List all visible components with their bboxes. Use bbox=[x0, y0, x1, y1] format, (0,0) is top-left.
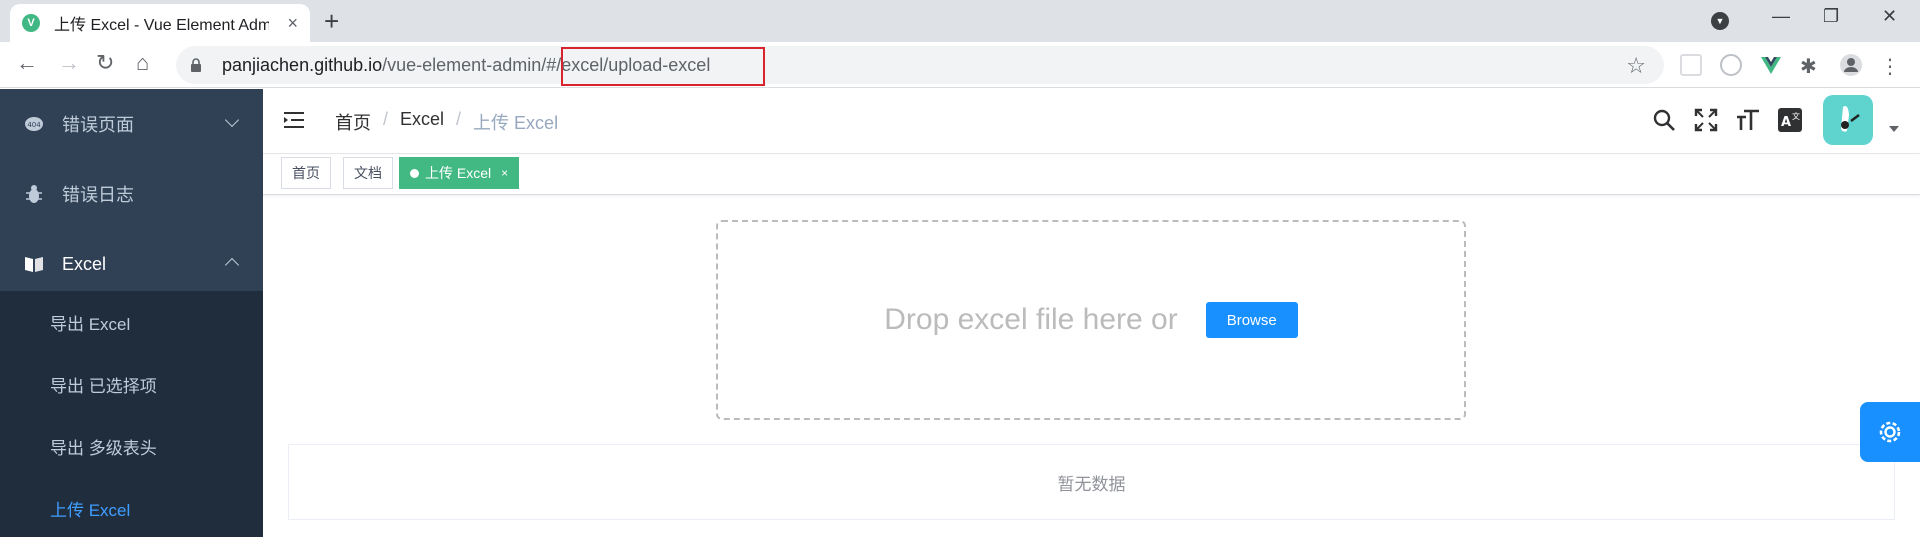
drop-hint-text: Drop excel file here or bbox=[884, 303, 1178, 336]
breadcrumb-home[interactable]: 首页 bbox=[335, 109, 371, 135]
home-icon[interactable]: ⌂ bbox=[136, 50, 149, 76]
forward-icon[interactable]: → bbox=[58, 50, 80, 76]
tags-view: 首页 文档 上传 Excel × bbox=[263, 155, 1920, 195]
fullscreen-icon[interactable] bbox=[1693, 107, 1719, 133]
avatar-dropdown-caret-icon[interactable] bbox=[1889, 126, 1899, 132]
svg-text:404: 404 bbox=[27, 121, 41, 129]
avatar-image-icon bbox=[1841, 106, 1860, 132]
browser-toolbar: ← → ↻ ⌂ panjiachen.github.io/vue-element… bbox=[0, 42, 1920, 88]
submenu-item-export-excel[interactable]: 导出 Excel bbox=[0, 291, 263, 353]
table-empty-text: 暂无数据 bbox=[1057, 474, 1126, 494]
404-icon: 404 bbox=[24, 114, 44, 134]
search-icon[interactable] bbox=[1651, 107, 1677, 133]
active-dot-icon bbox=[410, 168, 419, 178]
excel-submenu: 导出 Excel 导出 已选择项 导出 多级表头 上传 Excel bbox=[0, 291, 263, 537]
submenu-label: 导出 Excel bbox=[50, 314, 131, 334]
font-size-icon[interactable] bbox=[1735, 107, 1761, 133]
tag-label: 上传 Excel bbox=[425, 165, 492, 181]
tag-home[interactable]: 首页 bbox=[281, 157, 331, 189]
tag-upload-excel[interactable]: 上传 Excel × bbox=[399, 157, 520, 189]
breadcrumb-separator: / bbox=[456, 109, 462, 129]
new-tab-button[interactable]: + bbox=[324, 6, 339, 37]
breadcrumb-separator: / bbox=[383, 109, 389, 129]
extension-icon[interactable] bbox=[1720, 54, 1742, 76]
profile-icon[interactable] bbox=[1840, 54, 1862, 76]
bookmark-star-icon[interactable]: ☆ bbox=[1626, 53, 1646, 79]
submenu-item-export-selected[interactable]: 导出 已选择项 bbox=[0, 353, 263, 415]
menu-dots-icon[interactable]: ⋮ bbox=[1880, 54, 1902, 78]
tab-close-icon[interactable]: × bbox=[287, 13, 298, 34]
gear-icon bbox=[1879, 421, 1901, 443]
breadcrumb: 首页 / Excel / 上传 Excel bbox=[335, 109, 558, 135]
tag-close-icon[interactable]: × bbox=[501, 166, 508, 180]
chevron-up-icon bbox=[224, 257, 240, 273]
excel-icon bbox=[24, 254, 44, 274]
submenu-item-export-merge-header[interactable]: 导出 多级表头 bbox=[0, 415, 263, 477]
submenu-label: 上传 Excel bbox=[50, 500, 131, 520]
reload-icon[interactable]: ↻ bbox=[96, 50, 114, 76]
tag-label: 文档 bbox=[354, 165, 382, 181]
extensions-puzzle-icon[interactable]: ✱ bbox=[1800, 54, 1822, 78]
data-table: 暂无数据 bbox=[288, 444, 1895, 520]
browse-button[interactable]: Browse bbox=[1205, 302, 1298, 338]
chevron-down-icon bbox=[224, 112, 240, 128]
sidebar-item-label: 错误日志 bbox=[62, 185, 134, 205]
navbar: 首页 / Excel / 上传 Excel A 文 bbox=[263, 89, 1920, 154]
submenu-item-upload-excel[interactable]: 上传 Excel bbox=[0, 477, 263, 539]
svg-text:文: 文 bbox=[1792, 111, 1800, 121]
vue-favicon-icon: V bbox=[22, 14, 40, 32]
back-icon[interactable]: ← bbox=[16, 50, 38, 76]
sidebar-item-error-pages[interactable]: 404 错误页面 bbox=[0, 89, 263, 159]
sidebar-item-error-log[interactable]: 错误日志 bbox=[0, 159, 263, 229]
address-bar[interactable]: panjiachen.github.io/vue-element-admin/#… bbox=[176, 46, 1664, 84]
sidebar: 404 错误页面 错误日志 Excel 导出 Excel 导出 已选择项 导出 … bbox=[0, 89, 263, 537]
sidebar-item-label: Excel bbox=[62, 253, 107, 274]
avatar[interactable] bbox=[1823, 95, 1873, 145]
tab-title: 上传 Excel - Vue Element Admin bbox=[54, 17, 269, 34]
tag-documentation[interactable]: 文档 bbox=[343, 157, 393, 189]
close-window-button[interactable]: ✕ bbox=[1882, 6, 1897, 27]
lock-icon bbox=[191, 58, 201, 72]
translate-icon[interactable]: A 文 bbox=[1777, 107, 1803, 133]
browser-tab-bar: V 上传 Excel - Vue Element Admin × + ▼ — ❐… bbox=[0, 0, 1920, 42]
svg-text:A: A bbox=[1781, 115, 1791, 130]
extension-icon[interactable] bbox=[1680, 54, 1702, 76]
tag-label: 首页 bbox=[292, 165, 320, 181]
restore-button[interactable]: ❐ bbox=[1823, 6, 1839, 27]
hamburger-icon[interactable] bbox=[283, 109, 305, 131]
minimize-button[interactable]: — bbox=[1772, 6, 1790, 27]
tab-search-icon[interactable]: ▼ bbox=[1711, 12, 1729, 30]
submenu-label: 导出 已选择项 bbox=[50, 376, 157, 396]
breadcrumb-excel[interactable]: Excel bbox=[400, 109, 444, 135]
sidebar-item-excel[interactable]: Excel bbox=[0, 229, 263, 299]
url-highlight-box bbox=[561, 47, 765, 86]
browser-tab[interactable]: V 上传 Excel - Vue Element Admin × bbox=[10, 4, 310, 42]
submenu-label: 导出 多级表头 bbox=[50, 438, 157, 458]
breadcrumb-current: 上传 Excel bbox=[473, 113, 559, 133]
excel-drop-zone[interactable]: Drop excel file here or Browse bbox=[716, 220, 1466, 420]
sidebar-item-label: 错误页面 bbox=[62, 115, 134, 135]
bug-icon bbox=[24, 184, 44, 204]
settings-button[interactable] bbox=[1860, 402, 1920, 462]
vue-devtools-icon[interactable] bbox=[1760, 54, 1782, 76]
